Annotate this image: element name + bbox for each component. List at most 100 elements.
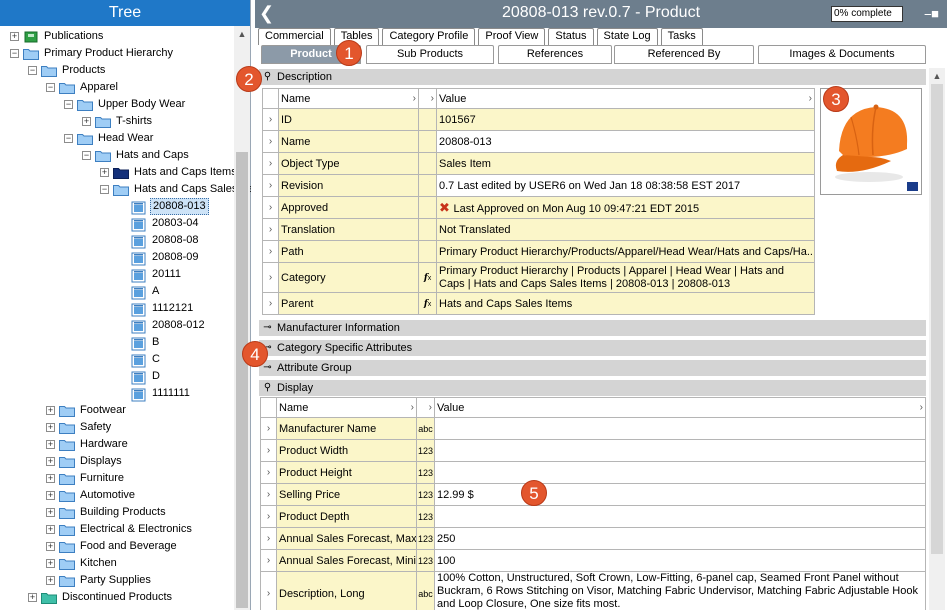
- row-expander-icon[interactable]: ›: [260, 571, 277, 610]
- pin-icon[interactable]: ⎯■: [925, 6, 939, 22]
- table-row[interactable]: › Manufacturer Name abc: [260, 417, 926, 440]
- attribute-value[interactable]: Primary Product Hierarchy/Products/Appar…: [436, 240, 815, 263]
- row-expander-icon[interactable]: ›: [262, 292, 279, 315]
- tree-item[interactable]: − Hats and Caps: [82, 147, 191, 164]
- table-row[interactable]: › Product Width 123: [260, 439, 926, 462]
- expand-icon[interactable]: +: [46, 508, 55, 517]
- scroll-up-icon[interactable]: ▲: [234, 26, 250, 42]
- tree-item[interactable]: + Automotive: [46, 487, 137, 504]
- column-header-type[interactable]: ›: [418, 88, 437, 109]
- tree-scroll-thumb[interactable]: [236, 152, 248, 608]
- expand-icon[interactable]: +: [46, 525, 55, 534]
- tab-images-documents[interactable]: Images & Documents: [758, 45, 926, 64]
- column-header-value[interactable]: Value ›: [436, 88, 815, 109]
- section-collapsed-icon[interactable]: ⊸: [262, 322, 273, 333]
- row-expander-icon[interactable]: ›: [260, 483, 277, 506]
- expand-icon[interactable]: +: [46, 457, 55, 466]
- table-row[interactable]: › Path Primary Product Hierarchy/Products/…: [262, 240, 815, 263]
- row-expander-icon[interactable]: ›: [262, 174, 279, 197]
- tree-item[interactable]: − Products: [28, 62, 107, 79]
- tab-state-log[interactable]: State Log: [596, 28, 658, 45]
- tab-proof-view[interactable]: Proof View: [478, 28, 546, 45]
- tree-item[interactable]: + Publications: [10, 28, 105, 45]
- section-category-specific-attributes[interactable]: ⊸ Category Specific Attributes: [259, 340, 926, 356]
- tree-item[interactable]: + Discontinued Products: [28, 589, 174, 606]
- table-row[interactable]: › Name 20808-013: [262, 130, 815, 153]
- row-expander-icon[interactable]: ›: [262, 262, 279, 293]
- tree-item[interactable]: + Footwear: [46, 402, 128, 419]
- section-expanded-icon[interactable]: ⚲: [262, 71, 273, 82]
- row-expander-icon[interactable]: ›: [262, 152, 279, 175]
- tree-item[interactable]: 20808-013: [118, 198, 209, 215]
- table-row[interactable]: › Product Height 123: [260, 461, 926, 484]
- attribute-value[interactable]: Hats and Caps Sales Items: [436, 292, 815, 315]
- expand-icon[interactable]: +: [10, 32, 19, 41]
- tree-item[interactable]: + T-shirts: [82, 113, 154, 130]
- section-expanded-icon[interactable]: ⚲: [262, 382, 273, 393]
- tree-item[interactable]: + Electrical & Electronics: [46, 521, 194, 538]
- expand-icon[interactable]: +: [82, 117, 91, 126]
- expand-icon[interactable]: +: [46, 491, 55, 500]
- collapse-icon[interactable]: −: [64, 100, 73, 109]
- tab-references[interactable]: References: [498, 45, 612, 64]
- table-row[interactable]: › Translation Not Translated: [262, 218, 815, 241]
- editor-scrollbar[interactable]: ▲: [929, 68, 945, 610]
- tree-item[interactable]: + Displays: [46, 453, 124, 470]
- tree-item[interactable]: 20808-09: [118, 249, 201, 266]
- tree-item[interactable]: + Building Products: [46, 504, 168, 521]
- tree-item[interactable]: 20111: [118, 266, 183, 283]
- row-expander-icon[interactable]: ›: [260, 417, 277, 440]
- attribute-value[interactable]: Not Translated: [436, 218, 815, 241]
- tree-item[interactable]: − Upper Body Wear: [64, 96, 187, 113]
- tree-item[interactable]: + Safety: [46, 419, 113, 436]
- attribute-value[interactable]: [434, 417, 926, 440]
- scroll-up-icon[interactable]: ▲: [929, 68, 945, 84]
- table-row[interactable]: › ID 101567: [262, 108, 815, 131]
- table-row[interactable]: › Product Depth 123: [260, 505, 926, 528]
- attribute-value[interactable]: 250: [434, 527, 926, 550]
- row-expander-icon[interactable]: ›: [262, 130, 279, 153]
- table-row[interactable]: › Object Type Sales Item: [262, 152, 815, 175]
- attribute-value[interactable]: Primary Product Hierarchy | Products | A…: [436, 262, 815, 293]
- tree-item[interactable]: 20803-04: [118, 215, 201, 232]
- attribute-value[interactable]: [434, 461, 926, 484]
- tree-item[interactable]: 20808-08: [118, 232, 201, 249]
- tree-item[interactable]: + Furniture: [46, 470, 126, 487]
- row-expander-icon[interactable]: ›: [260, 527, 277, 550]
- attribute-value[interactable]: 12.99 $: [434, 483, 926, 506]
- row-expander-icon[interactable]: ›: [260, 439, 277, 462]
- tree-item[interactable]: D: [118, 368, 162, 385]
- tree-item[interactable]: − Primary Product Hierarchy: [10, 45, 175, 62]
- expand-icon[interactable]: +: [46, 406, 55, 415]
- section-attribute-group[interactable]: ⊸ Attribute Group: [259, 360, 926, 376]
- section-description[interactable]: ⚲ Description: [259, 69, 926, 85]
- tree-item[interactable]: 20808-012: [118, 317, 207, 334]
- row-expander-icon[interactable]: ›: [262, 240, 279, 263]
- attribute-value[interactable]: 0.7 Last edited by USER6 on Wed Jan 18 0…: [436, 174, 815, 197]
- row-expander-icon[interactable]: ›: [260, 549, 277, 572]
- table-row[interactable]: › Parent fx Hats and Caps Sales Items: [262, 292, 815, 315]
- attribute-value[interactable]: 20808-013: [436, 130, 815, 153]
- expand-icon[interactable]: +: [46, 440, 55, 449]
- attribute-value[interactable]: 100: [434, 549, 926, 572]
- tree-scrollbar[interactable]: ▲: [234, 26, 250, 610]
- tree-item[interactable]: + Party Supplies: [46, 572, 153, 589]
- tab-status[interactable]: Status: [548, 28, 594, 45]
- tab-referenced-by[interactable]: Referenced By: [614, 45, 754, 64]
- table-row[interactable]: › Category fx Primary Product Hierarchy | P…: [262, 262, 815, 293]
- tree-item[interactable]: + Hats and Caps Items: [100, 164, 239, 181]
- column-header-value[interactable]: Value ›: [434, 397, 926, 418]
- column-header-name[interactable]: Name ›: [278, 88, 419, 109]
- tree-item[interactable]: − Head Wear: [64, 130, 155, 147]
- tree-item[interactable]: A: [118, 283, 161, 300]
- table-row[interactable]: › Approved ✖ Last Approved on Mon Aug 10 0…: [262, 196, 815, 219]
- row-expander-icon[interactable]: [260, 397, 277, 418]
- tree-item[interactable]: + Food and Beverage: [46, 538, 179, 555]
- tree-item[interactable]: + Kitchen: [46, 555, 119, 572]
- table-row[interactable]: ›Annual Sales Forecast, Minimum123100: [260, 549, 926, 572]
- expand-icon[interactable]: +: [46, 474, 55, 483]
- tree-item[interactable]: 1112121: [118, 300, 195, 317]
- section-manufacturer-information[interactable]: ⊸ Manufacturer Information: [259, 320, 926, 336]
- table-row[interactable]: › Selling Price 123 12.99 $: [260, 483, 926, 506]
- tree-item[interactable]: C: [118, 351, 162, 368]
